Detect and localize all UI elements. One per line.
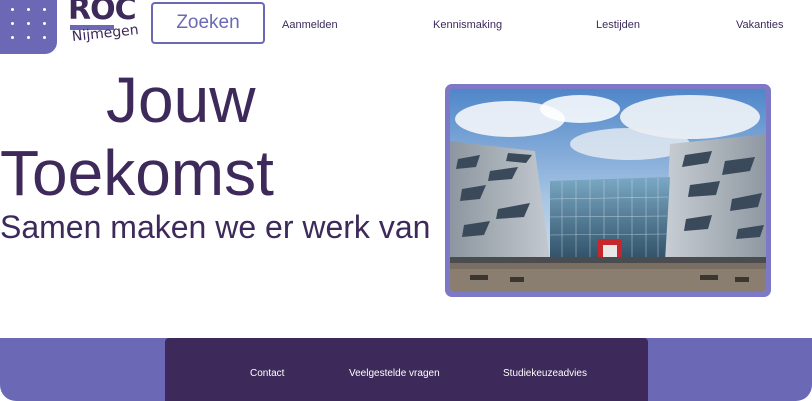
nav-link-kennismaking[interactable]: Kennismaking — [433, 19, 502, 31]
decorative-dots-tile — [0, 0, 57, 54]
hero-photo-frame — [445, 84, 771, 297]
hero-subtitle: Samen maken we er werk van — [0, 209, 431, 245]
search-button[interactable]: Zoeken — [151, 2, 265, 44]
nav-link-lestijden[interactable]: Lestijden — [596, 19, 640, 31]
footer-link-studiekeuzeadvies[interactable]: Studiekeuzeadvies — [503, 368, 587, 379]
site-header: ROC Nijmegen Zoeken Aanmelden Kennismaki… — [0, 0, 812, 54]
school-building-photo — [450, 89, 766, 292]
footer-nav-panel: Contact Veelgestelde vragen Studiekeuzea… — [165, 338, 648, 401]
footer-link-contact[interactable]: Contact — [250, 368, 284, 379]
hero-title-line1: Jouw — [106, 64, 256, 136]
hero-title-line2: Toekomst — [0, 137, 274, 209]
roc-nijmegen-logo[interactable]: ROC Nijmegen — [62, 0, 144, 54]
footer-link-faq[interactable]: Veelgestelde vragen — [349, 368, 440, 379]
site-footer: Contact Veelgestelde vragen Studiekeuzea… — [0, 338, 812, 401]
nav-link-vakanties[interactable]: Vakanties — [736, 19, 784, 31]
nav-link-aanmelden[interactable]: Aanmelden — [282, 19, 338, 31]
